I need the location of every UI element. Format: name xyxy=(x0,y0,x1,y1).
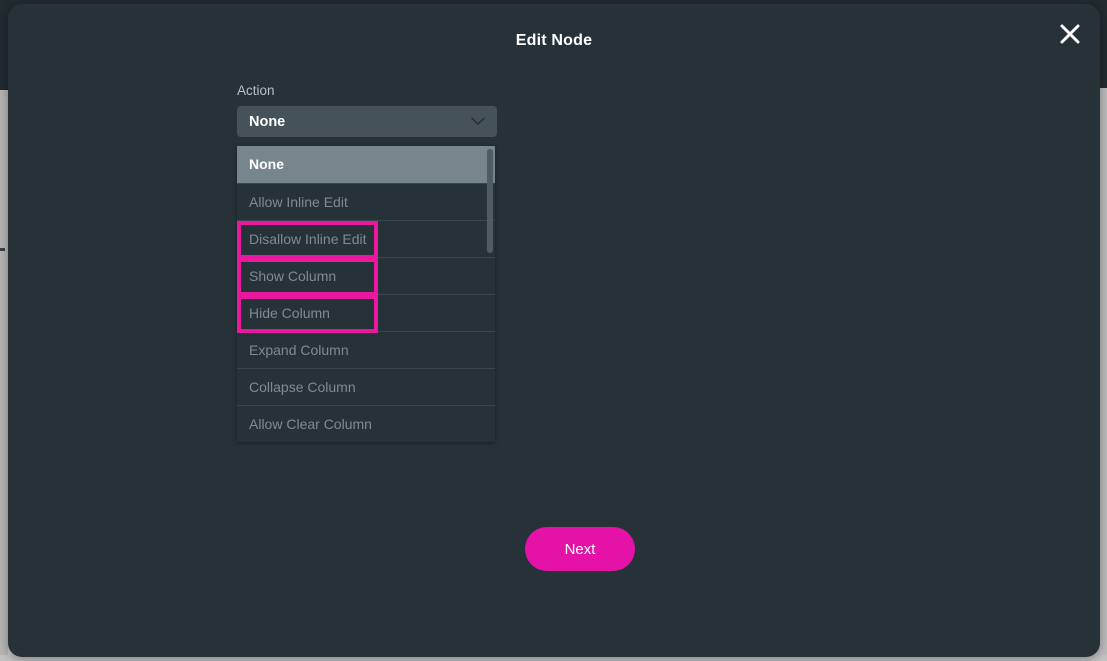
chevron-down-icon xyxy=(471,113,485,131)
option-disallow-inline-edit[interactable]: Disallow Inline Edit xyxy=(237,220,495,257)
next-button[interactable]: Next xyxy=(525,527,635,571)
close-icon[interactable] xyxy=(1054,18,1086,50)
backdrop-left-marker xyxy=(0,248,5,251)
option-label: Hide Column xyxy=(249,304,330,321)
option-label: Allow Inline Edit xyxy=(249,193,348,210)
option-hide-column[interactable]: Hide Column xyxy=(237,294,495,331)
action-select[interactable]: None xyxy=(237,106,497,137)
option-label: Collapse Column xyxy=(249,378,356,395)
option-label: Disallow Inline Edit xyxy=(249,230,367,247)
option-show-column[interactable]: Show Column xyxy=(237,257,495,294)
action-select-value: None xyxy=(249,113,286,130)
dialog-title: Edit Node xyxy=(515,32,593,49)
dialog-header: Edit Node xyxy=(8,4,1100,80)
option-expand-column[interactable]: Expand Column xyxy=(237,331,495,368)
option-label: None xyxy=(249,156,284,172)
edit-node-dialog: Edit Node Action None None Allow Inline E xyxy=(8,4,1100,657)
action-options-list[interactable]: None Allow Inline Edit Disallow Inline Edi… xyxy=(237,146,495,442)
option-collapse-column[interactable]: Collapse Column xyxy=(237,368,495,405)
options-scrollbar-track[interactable] xyxy=(487,146,494,442)
action-field-group: Action None xyxy=(237,82,497,137)
dialog-body: Action None None Allow Inline Edit Disallo… xyxy=(8,80,1100,580)
option-label: Allow Clear Column xyxy=(249,415,372,432)
option-label: Show Column xyxy=(249,267,337,284)
option-allow-inline-edit[interactable]: Allow Inline Edit xyxy=(237,183,495,220)
option-allow-clear-column[interactable]: Allow Clear Column xyxy=(237,405,495,442)
options-scrollbar-thumb[interactable] xyxy=(487,149,493,253)
option-none[interactable]: None xyxy=(237,146,495,183)
dialog-footer: Next xyxy=(8,527,1100,657)
backdrop-left-strip xyxy=(0,90,8,661)
action-field-label: Action xyxy=(237,83,275,98)
option-label: Expand Column xyxy=(249,341,349,358)
